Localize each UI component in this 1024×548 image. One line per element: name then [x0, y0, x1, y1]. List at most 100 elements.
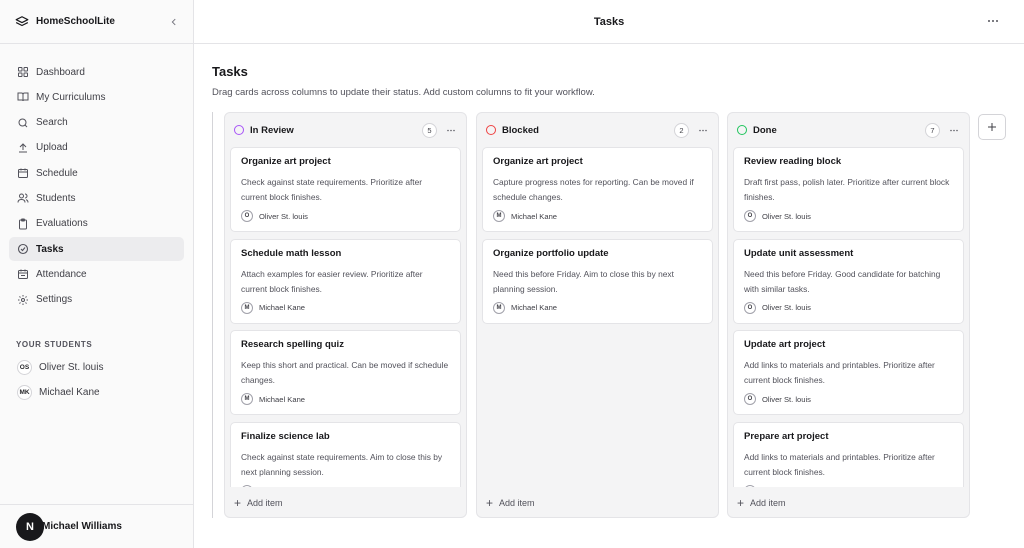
assignee-avatar: M [493, 210, 505, 222]
gear-icon [17, 294, 29, 306]
plus-icon: + [234, 496, 242, 510]
book-icon [17, 91, 29, 103]
more-horizontal-icon [950, 129, 958, 131]
task-card[interactable]: Organize portfolio update Need this befor… [482, 238, 713, 324]
sidebar-item-my-curriculums[interactable]: My Curriculums [9, 85, 184, 109]
sidebar-item-label: My Curriculums [36, 91, 106, 103]
task-description: Add links to materials and printables. P… [744, 451, 935, 477]
assignee-avatar: O [744, 484, 756, 487]
page-title: Tasks [212, 64, 248, 79]
sidebar-item-search[interactable]: Search [9, 111, 184, 135]
task-description: Need this before Friday. Aim to close th… [493, 268, 674, 294]
task-description: Capture progress notes for reporting. Ca… [493, 177, 694, 202]
assignee-avatar: O [744, 301, 756, 314]
column-header: Done 7 [728, 113, 969, 147]
topbar: Tasks [194, 0, 1024, 44]
add-column-button[interactable] [978, 114, 1006, 140]
task-assignee: M Michael Kane [241, 301, 450, 314]
task-assignee: M Michael Kane [493, 301, 702, 314]
column-title: In Review [250, 124, 294, 136]
sidebar-item-schedule[interactable]: Schedule [9, 161, 184, 185]
column-count-badge: 2 [674, 122, 689, 138]
student-name: Michael Kane [39, 386, 100, 398]
column-title: Blocked [502, 124, 539, 136]
task-card[interactable]: Organize art project Check against state … [230, 147, 461, 232]
task-title: Research spelling quiz [241, 339, 344, 350]
app-name: HomeSchoolLite [36, 16, 115, 27]
assignee-name: Michael Kane [259, 394, 306, 404]
task-description: Need this before Friday. Good candidate … [744, 268, 941, 294]
sidebar-item-tasks[interactable]: Tasks [9, 237, 184, 262]
assignee-name: Michael Kane [511, 211, 558, 221]
main-content: Tasks Tasks Drag cards across columns to… [194, 0, 1024, 548]
calendar-icon [17, 167, 29, 179]
task-assignee: O Oliver St. louis [744, 484, 953, 487]
plus-icon: + [486, 496, 494, 510]
student-avatar: OS [17, 359, 32, 375]
assignee-name: Oliver St. louis [259, 486, 308, 487]
sidebar-item-label: Evaluations [36, 218, 88, 230]
task-card[interactable]: Prepare art project Add links to material… [733, 421, 964, 487]
users-icon [17, 192, 29, 204]
page-more-button[interactable] [986, 14, 1000, 28]
sidebar-item-evaluations[interactable]: Evaluations [9, 212, 184, 236]
column-card-list: Review reading block Draft first pass, po… [733, 147, 964, 487]
sidebar-item-attendance[interactable]: Attendance [9, 262, 184, 286]
column-card-list: Organize art project Capture progress not… [482, 147, 713, 487]
assignee-name: Oliver St. louis [762, 394, 811, 404]
task-assignee: O Oliver St. louis [241, 484, 450, 487]
add-item-button[interactable]: + Add item [486, 495, 535, 511]
task-assignee: O Oliver St. louis [744, 393, 953, 405]
task-title: Review reading block [744, 156, 842, 167]
sidebar-item-label: Schedule [36, 167, 78, 179]
task-card[interactable]: Research spelling quiz Keep this short an… [230, 330, 461, 415]
sidebar-item-label: Attendance [36, 268, 87, 280]
sidebar-item-settings[interactable]: Settings [9, 288, 184, 312]
status-circle-icon [486, 125, 496, 135]
task-title: Update unit assessment [744, 247, 854, 259]
sidebar-item-label: Settings [36, 294, 73, 306]
assignee-avatar: O [241, 484, 253, 487]
task-title: Organize art project [493, 156, 583, 167]
assignee-name: Oliver St. louis [762, 486, 811, 487]
page-header: Tasks Drag cards across columns to updat… [194, 44, 1024, 98]
task-description: Add links to materials and printables. P… [744, 360, 935, 385]
task-card[interactable]: Organize art project Capture progress not… [482, 147, 713, 232]
add-item-button[interactable]: + Add item [737, 495, 786, 511]
topbar-title: Tasks [593, 15, 625, 28]
add-item-button[interactable]: + Add item [234, 495, 283, 511]
user-profile[interactable]: N Michael Williams [0, 504, 194, 548]
more-horizontal-icon [699, 129, 707, 131]
column-more-button[interactable] [697, 124, 709, 136]
column-more-button[interactable] [948, 124, 960, 136]
task-card[interactable]: Schedule math lesson Attach examples for … [230, 238, 461, 324]
column-title: Done [753, 124, 777, 136]
column-count-badge: 5 [422, 122, 437, 138]
sidebar-item-dashboard[interactable]: Dashboard [9, 60, 184, 84]
students-section-label: YOUR STUDENTS [16, 339, 93, 349]
sidebar-item-students[interactable]: Students [9, 186, 184, 210]
user-avatar: N [16, 512, 44, 541]
more-horizontal-icon [447, 129, 455, 131]
kanban-board: In Review 5 Organize art project Check agai… [212, 112, 1012, 518]
upload-icon [17, 142, 29, 154]
calendar-check-icon [17, 268, 29, 280]
task-description: Check against state requirements. Aim to… [241, 451, 443, 477]
sidebar-item-label: Search [36, 117, 68, 129]
task-card[interactable]: Update art project Add links to materials… [733, 330, 964, 415]
task-assignee: O Oliver St. louis [241, 210, 450, 222]
student-item-oliver[interactable]: OS Oliver St. louis [0, 355, 193, 380]
task-card[interactable]: Update unit assessment Need this before F… [733, 238, 964, 324]
column-more-button[interactable] [445, 124, 457, 136]
grid-icon [17, 66, 29, 78]
board-divider [212, 112, 213, 518]
page-description: Drag cards across columns to update thei… [212, 87, 595, 98]
task-card[interactable]: Finalize science lab Check against state … [230, 421, 461, 487]
column-header: Blocked 2 [477, 113, 718, 147]
assignee-name: Oliver St. louis [762, 303, 811, 312]
assignee-avatar: O [744, 393, 756, 405]
sidebar-item-upload[interactable]: Upload [9, 136, 184, 160]
student-item-michael[interactable]: MK Michael Kane [0, 380, 193, 405]
task-card[interactable]: Review reading block Draft first pass, po… [733, 147, 964, 232]
collapse-sidebar-button[interactable] [167, 15, 181, 29]
